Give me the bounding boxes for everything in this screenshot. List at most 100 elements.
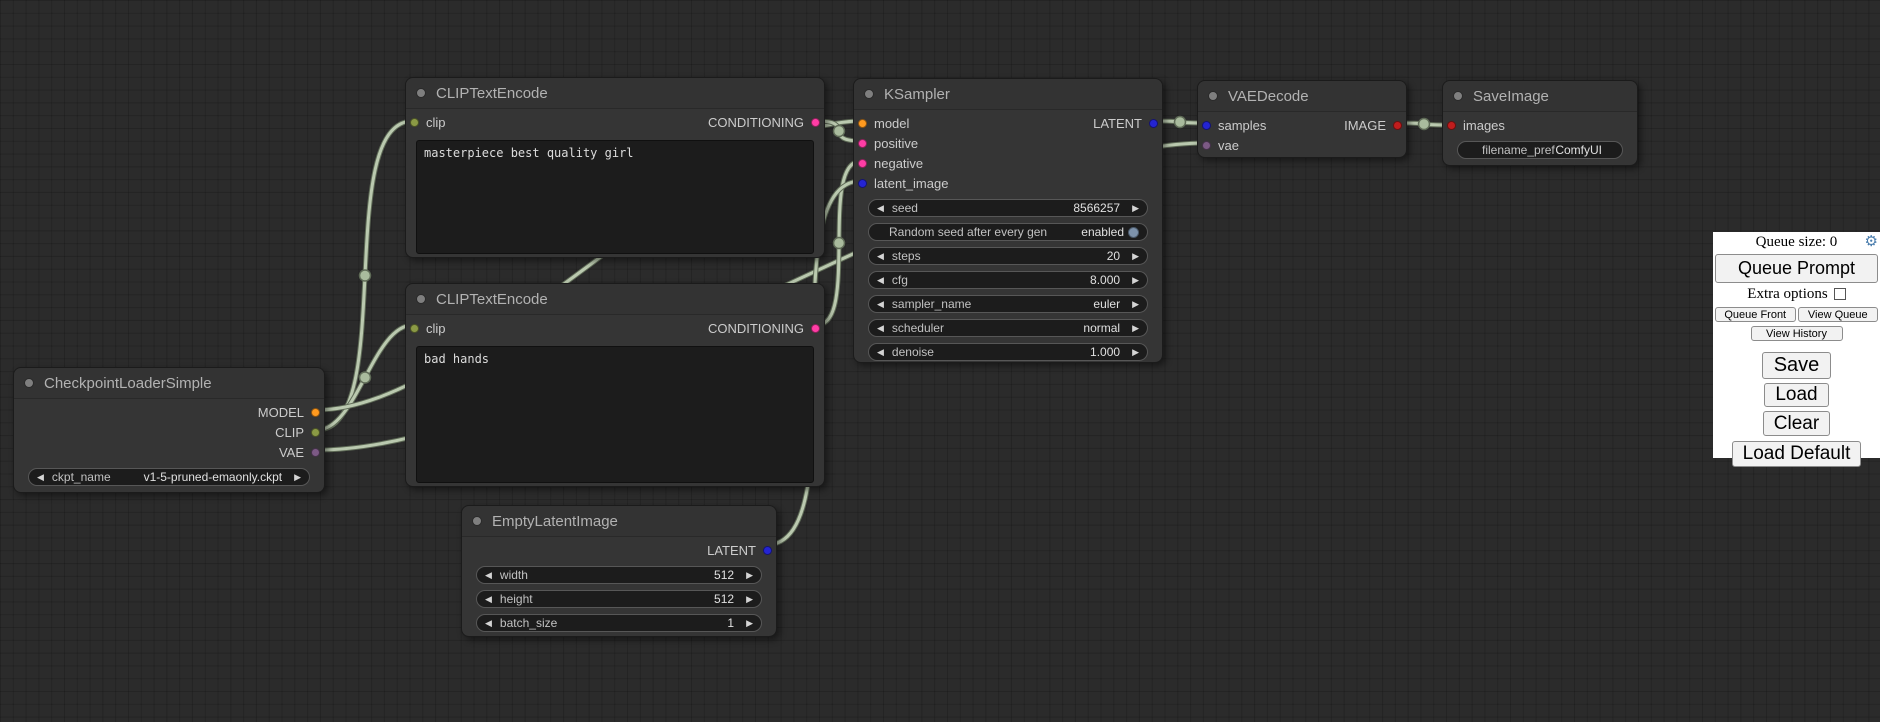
decrement-arrow-icon[interactable]: ◀: [877, 324, 884, 333]
sampler_name-widget[interactable]: ◀sampler_nameeuler▶: [868, 295, 1148, 313]
extra-options-row: Extra options: [1747, 286, 1845, 302]
VAE-output-port[interactable]: [311, 448, 320, 457]
port-row: clipCONDITIONING: [406, 318, 824, 338]
scheduler-widget[interactable]: ◀schedulernormal▶: [868, 319, 1148, 337]
VAE-output: VAE: [279, 445, 320, 460]
increment-arrow-icon[interactable]: ▶: [1132, 300, 1139, 309]
clip-text-encode-negative-titlebar[interactable]: CLIPTextEncode: [406, 284, 824, 315]
toggle-dot[interactable]: [1128, 227, 1139, 238]
decrement-arrow-icon[interactable]: ◀: [877, 348, 884, 357]
denoise-widget[interactable]: ◀denoise1.000▶: [868, 343, 1148, 361]
LATENT-output-port[interactable]: [1149, 119, 1158, 128]
clip-input-port[interactable]: [410, 324, 419, 333]
queue-buttons-row: Queue Front View Queue: [1715, 307, 1878, 322]
increment-arrow-icon[interactable]: ▶: [1132, 204, 1139, 213]
link-midpoint-dot[interactable]: [834, 238, 845, 249]
checkpoint-loader-simple-node[interactable]: CheckpointLoaderSimpleMODELCLIPVAE◀ckpt_…: [13, 367, 325, 493]
link-midpoint-dot[interactable]: [360, 270, 371, 281]
link-midpoint-dot[interactable]: [834, 126, 845, 137]
collapse-dot[interactable]: [1453, 91, 1463, 101]
comfyui-canvas[interactable]: { "app": "ComfyUI node graph", "colors":…: [0, 0, 1880, 722]
increment-arrow-icon[interactable]: ▶: [746, 595, 753, 604]
save-image-titlebar[interactable]: SaveImage: [1443, 81, 1637, 112]
LATENT-output-port[interactable]: [763, 546, 772, 555]
CONDITIONING-output: CONDITIONING: [708, 115, 820, 130]
steps-widget[interactable]: ◀steps20▶: [868, 247, 1148, 265]
ckpt_name-widget[interactable]: ◀ckpt_namev1-5-pruned-emaonly.ckpt▶: [28, 468, 310, 486]
width-widget[interactable]: ◀width512▶: [476, 566, 762, 584]
clear-button[interactable]: Clear: [1763, 411, 1830, 436]
IMAGE-output-port[interactable]: [1393, 121, 1402, 130]
CLIP-output-port[interactable]: [311, 428, 320, 437]
collapse-dot[interactable]: [24, 378, 34, 388]
empty-latent-image-titlebar[interactable]: EmptyLatentImage: [462, 506, 776, 537]
view-history-button[interactable]: View History: [1751, 326, 1843, 341]
port-row: clipCONDITIONING: [406, 112, 824, 132]
link-midpoint-dot[interactable]: [1419, 119, 1430, 130]
link-midpoint-dot[interactable]: [360, 372, 371, 383]
images-input-port[interactable]: [1447, 121, 1456, 130]
model-input-port[interactable]: [858, 119, 867, 128]
vae-decode-node[interactable]: VAEDecodesamplesIMAGEvae: [1197, 80, 1407, 158]
negative-input-port[interactable]: [858, 159, 867, 168]
CONDITIONING-output: CONDITIONING: [708, 321, 820, 336]
collapse-dot[interactable]: [1208, 91, 1218, 101]
increment-arrow-icon[interactable]: ▶: [1132, 348, 1139, 357]
clip-input-port[interactable]: [410, 118, 419, 127]
height-widget[interactable]: ◀height512▶: [476, 590, 762, 608]
seed-widget[interactable]: ◀seed8566257▶: [868, 199, 1148, 217]
decrement-arrow-icon[interactable]: ◀: [485, 619, 492, 628]
CONDITIONING-output-port[interactable]: [811, 324, 820, 333]
latent_image-input-port[interactable]: [858, 179, 867, 188]
decrement-arrow-icon[interactable]: ◀: [877, 276, 884, 285]
CONDITIONING-output-port[interactable]: [811, 118, 820, 127]
decrement-arrow-icon[interactable]: ◀: [485, 571, 492, 580]
increment-arrow-icon[interactable]: ▶: [746, 571, 753, 580]
increment-arrow-icon[interactable]: ▶: [746, 619, 753, 628]
empty-latent-image-node[interactable]: EmptyLatentImageLATENT◀width512▶◀height5…: [461, 505, 777, 637]
settings-gear-icon[interactable]: ⚙: [1865, 233, 1878, 249]
view-queue-button[interactable]: View Queue: [1798, 307, 1879, 322]
increment-arrow-icon[interactable]: ▶: [1132, 276, 1139, 285]
clip-text-encode-negative-node[interactable]: CLIPTextEncode clipCONDITIONING bad hands: [405, 283, 825, 487]
save-image-node[interactable]: SaveImageimagesfilename_prefixComfyUI: [1442, 80, 1638, 166]
cfg-widget[interactable]: ◀cfg8.000▶: [868, 271, 1148, 289]
load-default-button[interactable]: Load Default: [1732, 441, 1862, 467]
extra-options-checkbox[interactable]: [1834, 288, 1846, 300]
prompt-textarea[interactable]: masterpiece best quality girl: [416, 140, 814, 254]
decrement-arrow-icon[interactable]: ◀: [37, 473, 44, 482]
clip-text-encode-positive-titlebar[interactable]: CLIPTextEncode: [406, 78, 824, 109]
input-port-label: latent_image: [874, 176, 948, 191]
collapse-dot[interactable]: [864, 89, 874, 99]
queue-prompt-button[interactable]: Queue Prompt: [1715, 254, 1878, 283]
samples-input-port[interactable]: [1202, 121, 1211, 130]
batch_size-widget[interactable]: ◀batch_size1▶: [476, 614, 762, 632]
save-button[interactable]: Save: [1762, 352, 1832, 379]
widget-label: denoise: [892, 345, 934, 359]
checkpoint-loader-simple-titlebar[interactable]: CheckpointLoaderSimple: [14, 368, 324, 399]
decrement-arrow-icon[interactable]: ◀: [877, 204, 884, 213]
random-seed-after-every-gen-widget[interactable]: Random seed after every genenabled: [868, 223, 1148, 241]
prompt-textarea[interactable]: bad hands: [416, 346, 814, 483]
load-button[interactable]: Load: [1764, 383, 1828, 407]
decrement-arrow-icon[interactable]: ◀: [485, 595, 492, 604]
positive-input-port[interactable]: [858, 139, 867, 148]
decrement-arrow-icon[interactable]: ◀: [877, 252, 884, 261]
collapse-dot[interactable]: [416, 294, 426, 304]
decrement-arrow-icon[interactable]: ◀: [877, 300, 884, 309]
increment-arrow-icon[interactable]: ▶: [294, 473, 301, 482]
increment-arrow-icon[interactable]: ▶: [1132, 252, 1139, 261]
filename_prefix-widget[interactable]: filename_prefixComfyUI: [1457, 141, 1623, 159]
ksampler-node[interactable]: KSamplermodelLATENTpositivenegativelaten…: [853, 78, 1163, 363]
clip-text-encode-positive-node[interactable]: CLIPTextEncode clipCONDITIONING masterpiec…: [405, 77, 825, 258]
MODEL-output-port[interactable]: [311, 408, 320, 417]
collapse-dot[interactable]: [416, 88, 426, 98]
vae-input-port[interactable]: [1202, 141, 1211, 150]
output-port-label: VAE: [279, 445, 304, 460]
link-midpoint-dot[interactable]: [1175, 117, 1186, 128]
queue-front-button[interactable]: Queue Front: [1715, 307, 1796, 322]
ksampler-titlebar[interactable]: KSampler: [854, 79, 1162, 110]
vae-decode-titlebar[interactable]: VAEDecode: [1198, 81, 1406, 112]
collapse-dot[interactable]: [472, 516, 482, 526]
increment-arrow-icon[interactable]: ▶: [1132, 324, 1139, 333]
